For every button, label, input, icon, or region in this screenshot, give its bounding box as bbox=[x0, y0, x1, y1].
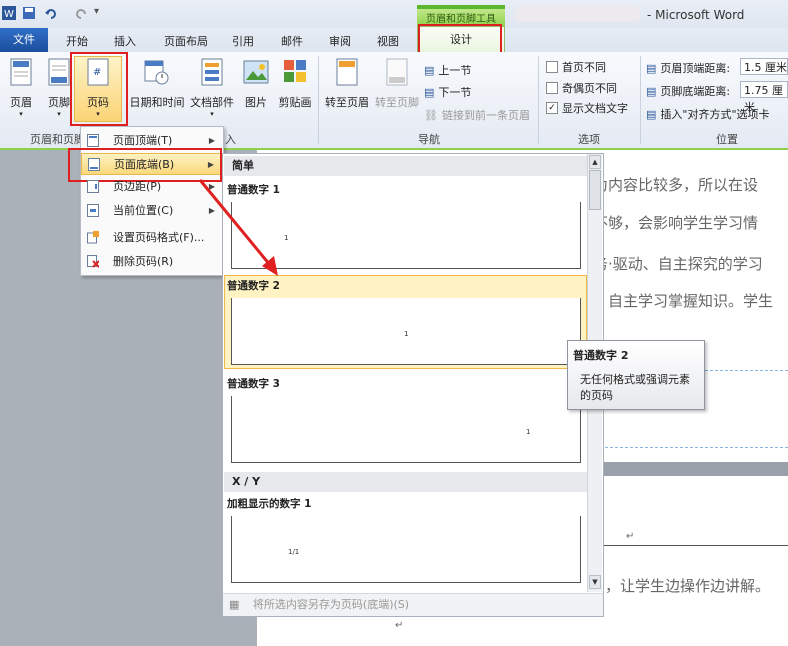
annotation-arrow bbox=[198, 179, 278, 276]
